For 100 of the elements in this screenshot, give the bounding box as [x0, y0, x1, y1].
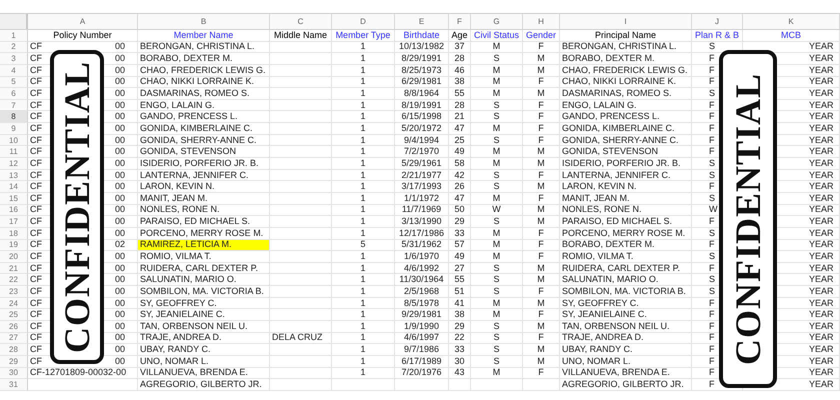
table-cell: LARON, KEVIN N. [140, 182, 215, 192]
table-cell: M [492, 42, 500, 52]
table-cell: ENGO, LALAIN G. [140, 100, 215, 110]
table-cell: F [538, 240, 544, 250]
row-number[interactable]: 12 [0, 158, 28, 170]
table-cell: F [538, 333, 544, 342]
table-cell: 00 [114, 298, 125, 308]
table-cell: W [709, 205, 718, 214]
column-header[interactable]: I [560, 14, 692, 29]
table-cell: M [492, 228, 500, 238]
row-number[interactable]: 27 [0, 332, 28, 344]
table-cell: F [709, 380, 714, 390]
table-cell: 1 [360, 158, 366, 168]
row-number[interactable]: 16 [0, 204, 28, 216]
table-cell: 1 [360, 170, 366, 180]
column-header[interactable]: C [270, 14, 332, 29]
row-number[interactable]: 22 [0, 274, 28, 286]
column-header[interactable]: B [138, 14, 270, 29]
table-cell: S [493, 112, 500, 122]
row-number[interactable]: 19 [0, 240, 28, 252]
table-cell: M [492, 310, 500, 320]
row-number[interactable]: 23 [0, 286, 28, 298]
row-number[interactable]: 25 [0, 309, 28, 322]
table-cell: GANDO, PRENCESS L. [562, 112, 660, 122]
row-number[interactable]: 26 [0, 321, 28, 333]
table-cell: 1 [360, 345, 366, 354]
table-cell: F [538, 310, 544, 320]
table-cell: M [537, 158, 545, 168]
column-header[interactable]: G [471, 14, 523, 29]
column-heading: Age [449, 30, 471, 42]
column-header[interactable]: F [449, 14, 471, 29]
table-cell: 00 [114, 228, 125, 238]
row-number[interactable]: 3 [0, 53, 28, 65]
row-number[interactable]: 24 [0, 298, 28, 310]
table-cell: 42 [454, 170, 464, 180]
table-cell: S [709, 194, 716, 203]
table-cell: F [709, 54, 714, 64]
select-all-corner[interactable] [0, 14, 28, 29]
row-number[interactable]: 2 [0, 42, 28, 54]
row-number[interactable]: 17 [0, 216, 28, 228]
column-header[interactable]: J [692, 14, 743, 29]
row-number[interactable]: 29 [0, 356, 28, 368]
table-cell: 1 [360, 275, 366, 284]
row-number[interactable]: 15 [0, 192, 28, 205]
table-cell: M [537, 322, 545, 331]
row-number[interactable]: 9 [0, 123, 28, 135]
row-number[interactable]: 14 [0, 181, 28, 193]
table-cell: 4/6/1992 [404, 264, 440, 273]
column-heading: MCB [743, 30, 840, 42]
table-cell: 00 [114, 112, 125, 122]
row-number[interactable]: 30 [0, 368, 28, 380]
row-number[interactable]: 13 [0, 170, 28, 182]
table-cell: 2/21/1977 [401, 170, 442, 180]
row-number[interactable]: 6 [0, 88, 28, 100]
table-cell: 50 [454, 205, 464, 214]
row-number[interactable]: 4 [0, 64, 28, 77]
column-heading: Member Type [332, 30, 395, 42]
table-cell: S [493, 100, 500, 110]
table-cell: YEAR [809, 298, 834, 308]
table-cell: S [709, 158, 716, 168]
row-number[interactable]: 21 [0, 262, 28, 274]
table-cell: CF [30, 322, 42, 331]
table-cell: F [538, 252, 544, 261]
row-number[interactable]: 10 [0, 134, 28, 146]
column-header[interactable]: H [523, 14, 560, 29]
table-cell: 1 [360, 217, 366, 226]
table-cell: 27 [454, 264, 464, 273]
row-number[interactable]: 8 [0, 111, 28, 124]
column-header[interactable]: A [28, 14, 138, 29]
table-cell: M [492, 368, 500, 378]
table-cell: 5 [360, 240, 366, 250]
table-cell: CF [30, 112, 42, 122]
table-cell: RAMIREZ, LETICIA M. [140, 240, 232, 250]
table-cell: F [709, 112, 714, 122]
table-cell: 11/7/1969 [402, 205, 442, 214]
table-cell: PORCENO, MERRY ROSE M. [140, 228, 264, 238]
table-cell: YEAR [809, 54, 834, 64]
table-cell: CF [30, 298, 42, 308]
table-cell: F [709, 322, 714, 331]
table-cell: S [709, 228, 716, 238]
table-cell: YEAR [809, 252, 834, 261]
row-number[interactable]: 28 [0, 344, 28, 356]
table-cell: M [492, 194, 500, 203]
row-number[interactable]: 5 [0, 76, 28, 88]
row-number[interactable]: 1 [0, 30, 28, 42]
table-cell: YEAR [809, 275, 834, 284]
column-header[interactable]: K [743, 14, 840, 29]
table-cell: AGREGORIO, GILBERTO JR. [140, 380, 262, 390]
column-header[interactable]: E [395, 14, 449, 29]
table-cell: CF [30, 264, 42, 273]
table-cell: CHAO, NIKKI LORRAINE K. [562, 77, 676, 86]
table-cell: SALUNATIN, MARIO O. [140, 275, 236, 284]
table-cell: 1 [360, 66, 366, 75]
row-number[interactable]: 11 [0, 146, 28, 158]
row-number[interactable]: 31 [0, 379, 28, 391]
row-number[interactable]: 18 [0, 228, 28, 240]
table-cell: F [538, 124, 544, 133]
row-number[interactable]: 7 [0, 100, 28, 112]
column-header[interactable]: D [332, 14, 395, 29]
row-number[interactable]: 20 [0, 251, 28, 263]
